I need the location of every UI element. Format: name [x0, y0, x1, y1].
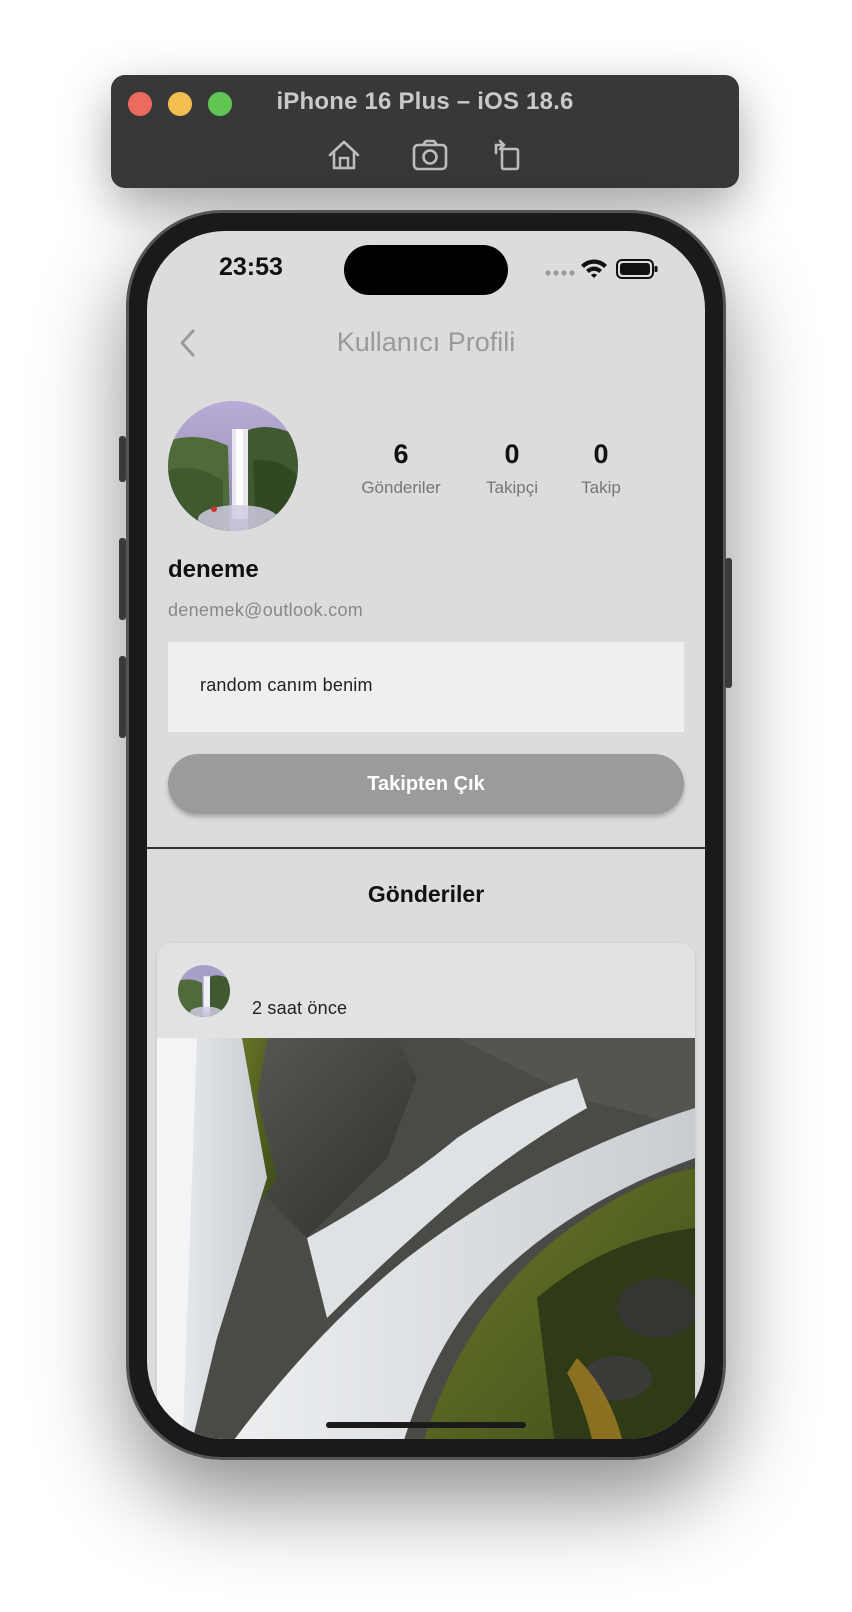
stat-followers[interactable]: 0 Takipçi [472, 439, 552, 498]
post-author-avatar[interactable] [178, 965, 230, 1017]
volume-down-button [119, 656, 126, 738]
phone-screen: 23:53 Kullanıcı Profili 6 Gönderiler 0 T… [147, 231, 705, 1439]
power-button [725, 558, 732, 688]
section-divider [147, 847, 705, 849]
stat-value: 0 [504, 439, 520, 469]
post-card[interactable]: 2 saat önce [157, 943, 695, 1439]
unfollow-button[interactable]: Takipten Çık [168, 754, 684, 814]
bio-box: random canım benim [168, 642, 684, 732]
home-indicator[interactable] [326, 1422, 526, 1428]
rotate-icon[interactable] [486, 135, 526, 175]
stat-label: Takip [581, 478, 621, 497]
profile-avatar[interactable] [168, 401, 298, 531]
battery-icon [616, 259, 658, 279]
volume-up-button [119, 538, 126, 620]
stat-label: Takipçi [486, 478, 538, 497]
post-timestamp: 2 saat önce [252, 998, 348, 1018]
profile-username: deneme [168, 556, 259, 583]
page-title: Kullanıcı Profili [336, 327, 516, 357]
screenshot-icon[interactable] [410, 135, 450, 175]
stat-value: 0 [593, 439, 609, 469]
stat-posts[interactable]: 6 Gönderiler [361, 439, 441, 498]
stat-value: 6 [393, 439, 409, 469]
profile-email: denemek@outlook.com [168, 600, 364, 620]
simulator-title: iPhone 16 Plus – iOS 18.6 [276, 88, 574, 115]
stat-following[interactable]: 0 Takip [566, 439, 636, 498]
posts-section-title: Gönderiler [367, 881, 485, 907]
dynamic-island [344, 245, 508, 295]
wifi-icon [581, 259, 607, 278]
status-time: 23:53 [219, 253, 283, 281]
simulator-toolbar: iPhone 16 Plus – iOS 18.6 [111, 75, 739, 188]
home-icon[interactable] [324, 135, 364, 175]
post-image[interactable] [157, 1038, 695, 1439]
stat-label: Gönderiler [361, 478, 441, 497]
signal-icon [545, 270, 575, 276]
action-button [119, 436, 126, 482]
status-icons [543, 257, 659, 281]
bio-text: random canım benim [200, 675, 373, 695]
